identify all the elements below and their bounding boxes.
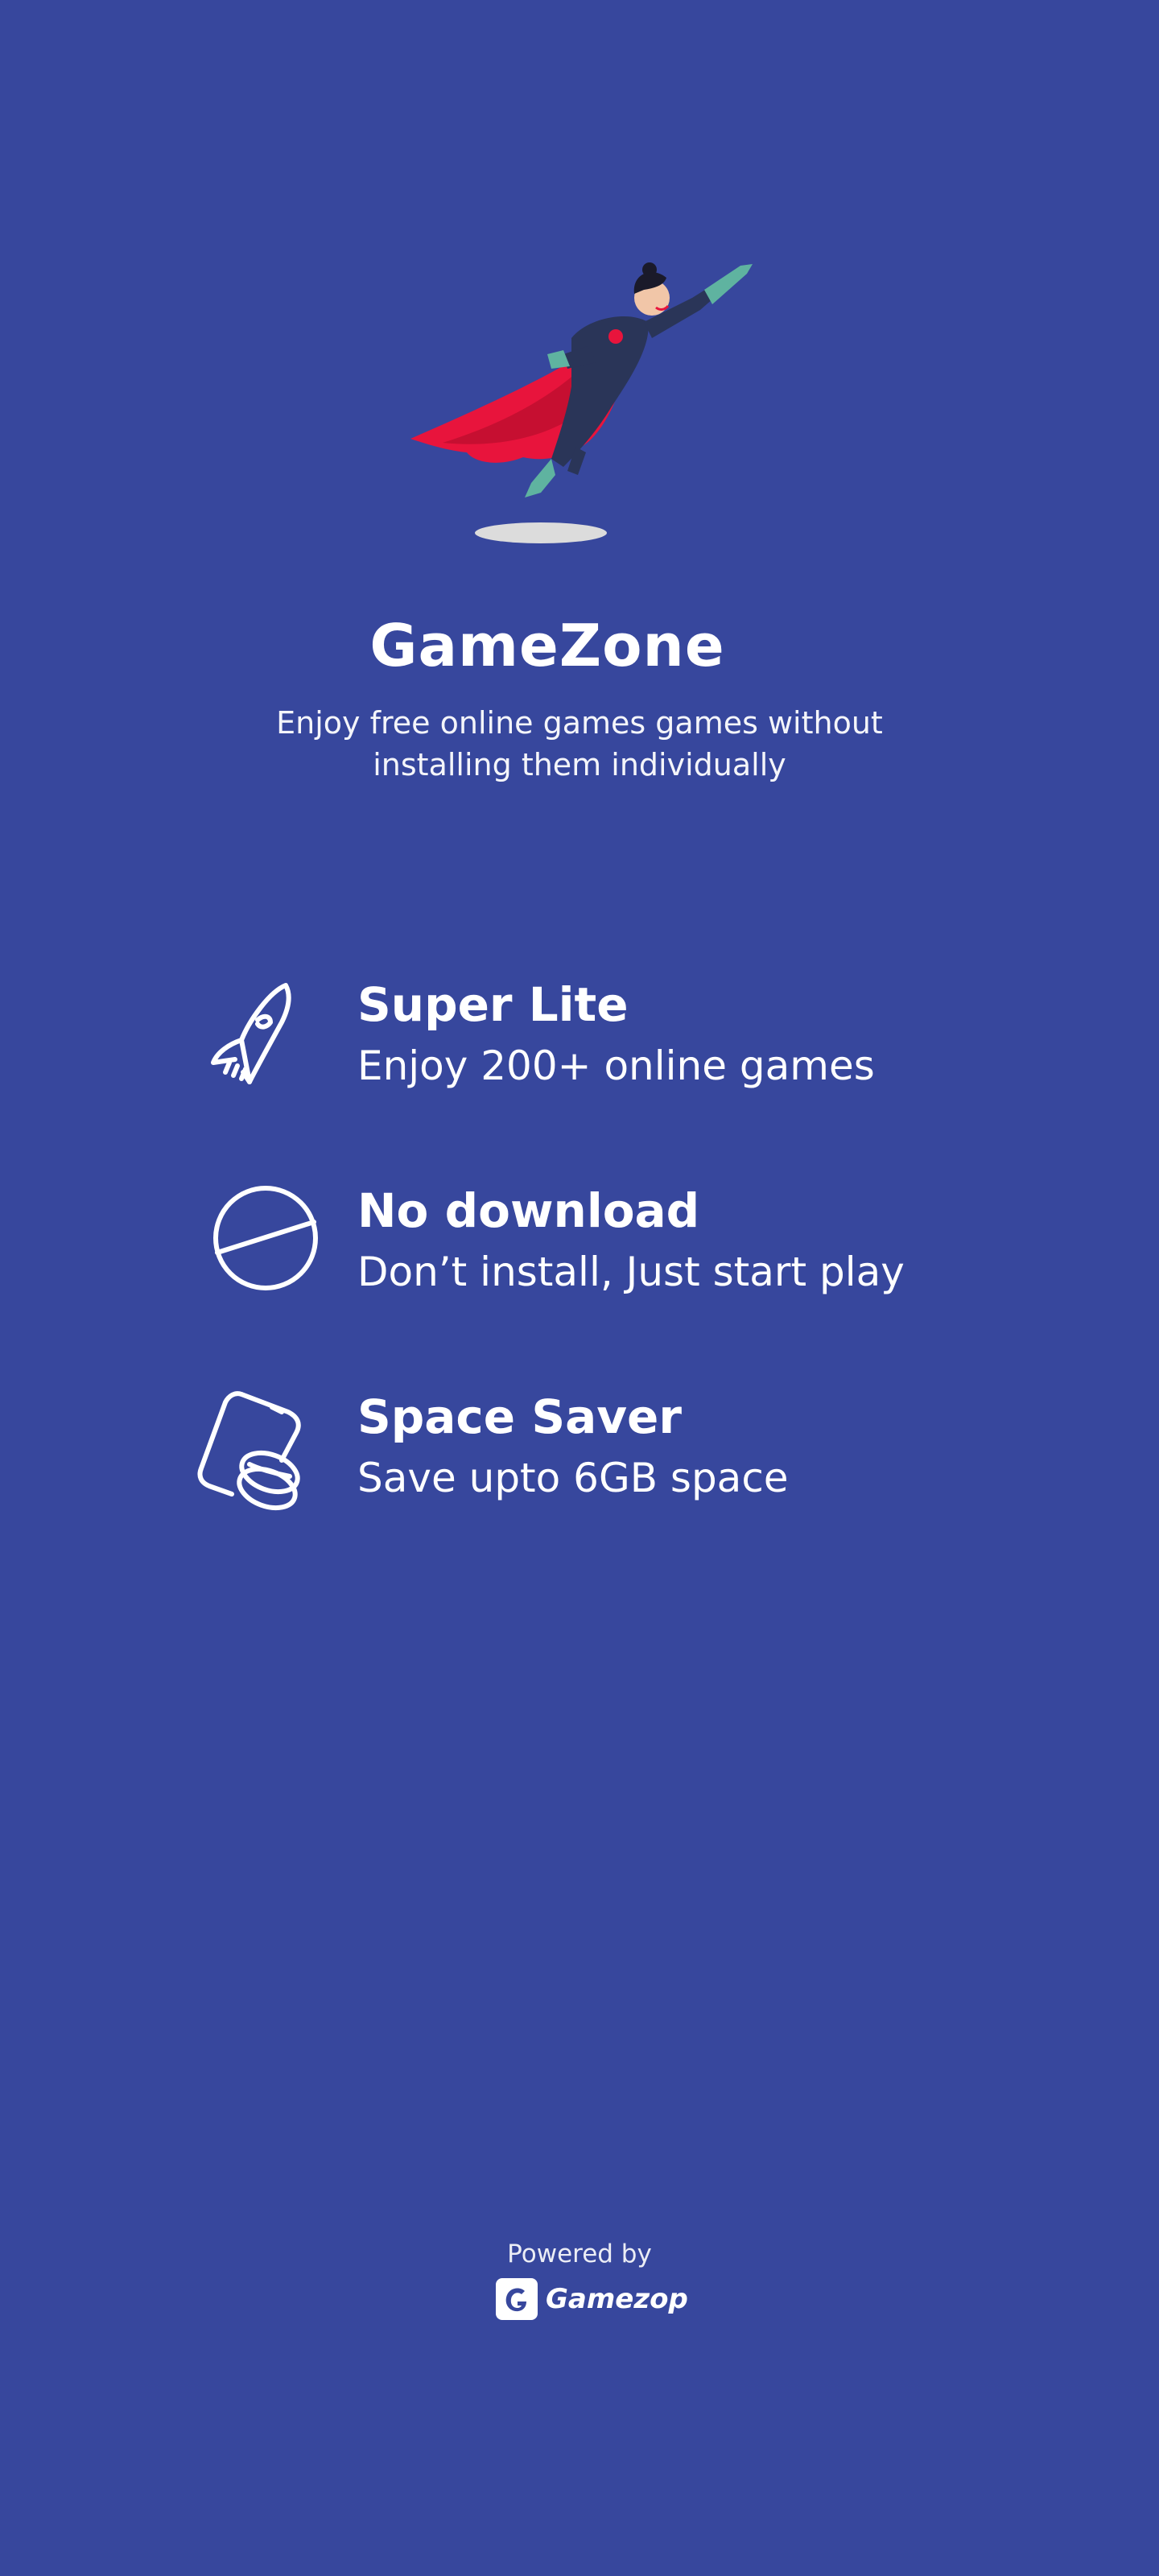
gamezop-logo-icon [496, 2278, 538, 2320]
feature-title: Space Saver [357, 1389, 682, 1444]
feature-super-lite: Super Lite Enjoy 200+ online games [193, 976, 998, 1104]
flying-superhero-icon [410, 262, 753, 543]
no-download-icon [193, 1182, 330, 1311]
rocket-icon [193, 976, 330, 1104]
phone-storage-icon [193, 1388, 330, 1517]
feature-space-saver: Space Saver Save upto 6GB space [193, 1388, 998, 1517]
gamezop-brand-link[interactable]: Gamezop [493, 2275, 688, 2323]
feature-title: Super Lite [357, 977, 629, 1032]
feature-no-download: No download Don’t install, Just start pl… [193, 1182, 998, 1311]
app-subtitle: Enjoy free online games games without in… [276, 705, 883, 782]
brand-name: Gamezop [546, 2283, 688, 2315]
feature-description: Save upto 6GB space [357, 1455, 789, 1501]
powered-by-label: Powered by [507, 2240, 652, 2268]
app-title: GameZone [369, 612, 725, 679]
feature-description: Don’t install, Just start play [357, 1249, 905, 1295]
feature-description: Enjoy 200+ online games [357, 1042, 875, 1089]
feature-title: No download [357, 1183, 700, 1238]
hero-illustration [386, 242, 789, 564]
